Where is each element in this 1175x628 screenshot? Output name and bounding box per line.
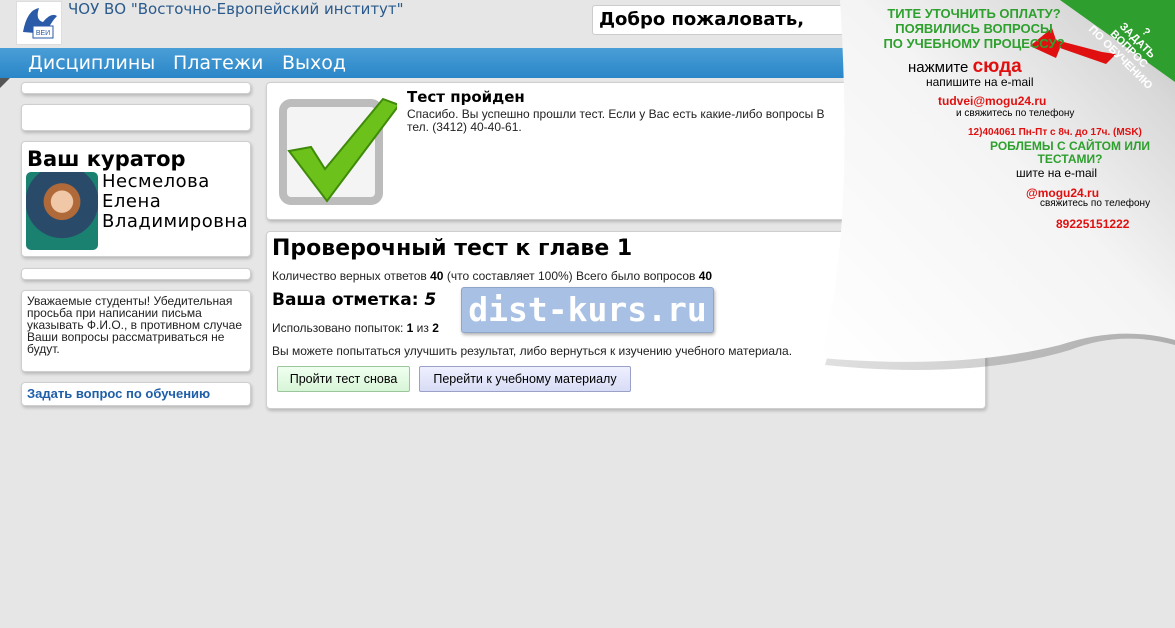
correct-answers-line: Количество верных ответов 40 (что состав… [272, 269, 712, 283]
promo-q3: ПО УЧЕБНОМУ ПРОЦЕССУ? [883, 36, 1065, 51]
logo-text: ВЕИ [36, 30, 50, 37]
notice-text: Уважаемые студенты! Убедительная просьба… [27, 294, 243, 356]
promo-problems-2: ТЕСТАМИ? [1037, 152, 1103, 166]
percent-text: (что составляет 100%) Всего было вопросо… [446, 269, 696, 283]
promo-call-1: и свяжитесь по телефону [956, 108, 1075, 119]
grade-line: Ваша отметка: 5 [272, 290, 436, 310]
ask-panel: Задать вопрос по обучению [21, 382, 251, 406]
attempts-used: 1 [406, 321, 414, 335]
institute-name: ЧОУ ВО "Восточно-Европейский институт" [68, 0, 404, 18]
test-title: Проверочный тест к главе 1 [272, 236, 633, 261]
promo-email-1[interactable]: tudvei@mogu24.ru [938, 94, 1046, 108]
passed-text: Спасибо. Вы успешно прошли тест. Если у … [407, 108, 847, 134]
retry-test-button[interactable]: Пройти тест снова [277, 366, 410, 392]
promo-q2: ПОЯВИЛИСЬ ВОПРОСЫ [895, 21, 1053, 36]
sidebar-panel-3 [21, 268, 251, 280]
curator-firstname: Елена [102, 191, 162, 212]
nav-left-marker [0, 78, 10, 88]
passed-text-line-2: тел. (3412) 40-40-61. [407, 120, 522, 134]
curator-surname: Несмелова [102, 171, 210, 192]
promo-phone-1: 12)404061 Пн-Пт с 8ч. до 17ч. (MSK) [968, 127, 1142, 138]
promo-questions: ТИТЕ УТОЧНИТЬ ОПЛАТУ? ПОЯВИЛИСЬ ВОПРОСЫ … [854, 6, 1094, 51]
promo-press-text: нажмите [908, 59, 969, 76]
notice-panel: Уважаемые студенты! Убедительная просьба… [21, 290, 251, 372]
sidebar-panel-1 [21, 82, 251, 94]
correct-label: Количество верных ответов [272, 269, 427, 283]
institute-logo[interactable]: ВЕИ [16, 1, 62, 45]
promo-q1: ТИТЕ УТОЧНИТЬ ОПЛАТУ? [887, 6, 1061, 21]
nav-logout[interactable]: Выход [282, 52, 346, 74]
promo-call-2: свяжитесь по телефону [1040, 198, 1151, 209]
nav-disciplines[interactable]: Дисциплины [28, 52, 155, 74]
promo-here-link[interactable]: сюда [973, 56, 1022, 77]
attempts-line: Использовано попыток: 1 из 2 [272, 321, 439, 335]
watermark-banner: dist-kurs.ru [461, 287, 714, 333]
promo-phone-2: 89225151222 [1056, 217, 1130, 231]
curator-patronymic: Владимировна [102, 211, 249, 232]
checkmark-icon [277, 91, 401, 205]
correct-count: 40 [430, 269, 444, 283]
curator-panel: Ваш куратор Несмелова Елена Владимировна [21, 141, 251, 257]
attempts-of: из [416, 321, 429, 335]
promo-write: напишите на e-mail [926, 75, 1034, 89]
curator-name: Несмелова Елена Владимировна [102, 172, 248, 232]
ask-question-link[interactable]: Задать вопрос по обучению [27, 386, 210, 401]
improve-hint: Вы можете попытаться улучшить результат,… [272, 344, 793, 358]
curator-title: Ваш куратор [27, 147, 186, 171]
passed-title: Тест пройден [407, 88, 525, 106]
go-to-material-button[interactable]: Перейти к учебному материалу [419, 366, 631, 392]
attempts-total: 2 [432, 321, 439, 335]
grade-label: Ваша отметка: [272, 290, 419, 310]
attempts-label: Использовано попыток: [272, 321, 404, 335]
total-count: 40 [698, 269, 713, 283]
nav-payments[interactable]: Платежи [173, 52, 263, 74]
promo-write-2: шите на e-mail [1016, 166, 1098, 180]
grade-value: 5 [424, 290, 437, 310]
promo-problems: РОБЛЕМЫ С САЙТОМ ИЛИ ТЕСТАМИ? [970, 140, 1170, 166]
curator-avatar [26, 172, 98, 250]
page-curl-promo[interactable]: ? ЗАДАТЬ ВОПРОС ПО ОБУЧЕНИЮ ТИТЕ УТОЧНИТ… [820, 0, 1175, 370]
sidebar-panel-2 [21, 104, 251, 131]
